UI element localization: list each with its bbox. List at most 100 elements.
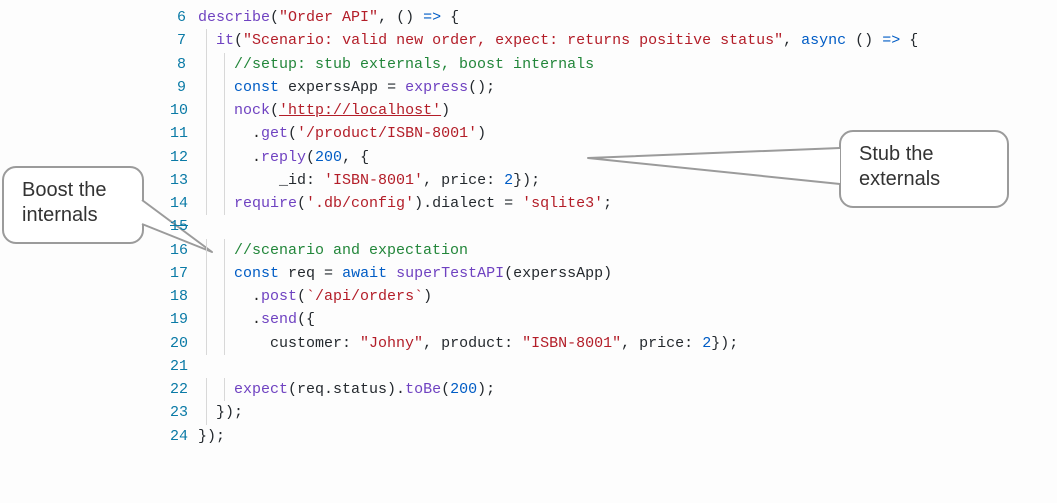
line-number: 23 bbox=[170, 401, 198, 424]
token: { bbox=[441, 9, 459, 26]
line-number: 18 bbox=[170, 285, 198, 308]
code-line: 15 bbox=[170, 215, 918, 238]
code-editor: 6 describe("Order API", () => { 7 it("Sc… bbox=[170, 6, 918, 448]
token: }); bbox=[198, 428, 225, 445]
code-line: 20 customer: "Johny", product: "ISBN-800… bbox=[170, 332, 918, 355]
token: post bbox=[261, 288, 297, 305]
token: ( bbox=[306, 149, 315, 166]
token: expect bbox=[234, 381, 288, 398]
token: //scenario and expectation bbox=[234, 242, 468, 259]
code-line: 19 .send({ bbox=[170, 308, 918, 331]
token: , () bbox=[378, 9, 423, 26]
code-line: 9 const experssApp = express(); bbox=[170, 76, 918, 99]
token: price bbox=[441, 172, 486, 189]
line-number: 19 bbox=[170, 308, 198, 331]
callout-text: internals bbox=[22, 203, 124, 228]
line-number: 10 bbox=[170, 99, 198, 122]
token: }); bbox=[513, 172, 540, 189]
callout-boost-internals: Boost the internals bbox=[2, 166, 144, 244]
token: async bbox=[801, 32, 846, 49]
code-line: 22 expect(req.status).toBe(200); bbox=[170, 378, 918, 401]
line-number: 20 bbox=[170, 332, 198, 355]
line-number: 14 bbox=[170, 192, 198, 215]
token: req bbox=[279, 265, 324, 282]
token: = bbox=[324, 265, 342, 282]
token: superTestAPI bbox=[396, 265, 504, 282]
token: ) bbox=[477, 125, 486, 142]
token: ) bbox=[423, 288, 432, 305]
token: toBe bbox=[405, 381, 441, 398]
line-number: 13 bbox=[170, 169, 198, 192]
token: 'sqlite3' bbox=[522, 195, 603, 212]
token: = bbox=[387, 79, 405, 96]
token: describe bbox=[198, 9, 270, 26]
code-line: 23 }); bbox=[170, 401, 918, 424]
token: 200 bbox=[450, 381, 477, 398]
token: express bbox=[405, 79, 468, 96]
token: '/product/ISBN-8001' bbox=[297, 125, 477, 142]
code-line: 17 const req = await superTestAPI(expers… bbox=[170, 262, 918, 285]
code-line: 11 .get('/product/ISBN-8001') bbox=[170, 122, 918, 145]
token: price bbox=[639, 335, 684, 352]
line-number: 24 bbox=[170, 425, 198, 448]
line-number: 9 bbox=[170, 76, 198, 99]
token: 2 bbox=[504, 172, 513, 189]
line-number: 6 bbox=[170, 6, 198, 29]
token: ).dialect bbox=[414, 195, 504, 212]
token: ) bbox=[441, 102, 450, 119]
token: { bbox=[900, 32, 918, 49]
code-line: 8 //setup: stub externals, boost interna… bbox=[170, 53, 918, 76]
token: send bbox=[261, 311, 297, 328]
line-number: 17 bbox=[170, 262, 198, 285]
token: await bbox=[342, 265, 387, 282]
token: _id bbox=[279, 172, 306, 189]
token: require bbox=[234, 195, 297, 212]
token: ( bbox=[441, 381, 450, 398]
token: => bbox=[882, 32, 900, 49]
token: "Order API" bbox=[279, 9, 378, 26]
token: //setup: stub externals, boost internals bbox=[234, 56, 594, 73]
token: 2 bbox=[702, 335, 711, 352]
code-line: 12 .reply(200, { bbox=[170, 146, 918, 169]
line-number: 21 bbox=[170, 355, 198, 378]
code-line: 21 bbox=[170, 355, 918, 378]
token: , { bbox=[342, 149, 369, 166]
token: ({ bbox=[297, 311, 315, 328]
token: 200 bbox=[315, 149, 342, 166]
line-number: 8 bbox=[170, 53, 198, 76]
token: 'http://localhost' bbox=[279, 102, 441, 119]
token: experssApp bbox=[279, 79, 387, 96]
line-number: 11 bbox=[170, 122, 198, 145]
line-number: 7 bbox=[170, 29, 198, 52]
code-line: 6 describe("Order API", () => { bbox=[170, 6, 918, 29]
token: }); bbox=[216, 404, 243, 421]
token: (experssApp) bbox=[504, 265, 612, 282]
line-number: 12 bbox=[170, 146, 198, 169]
code-line: 16 //scenario and expectation bbox=[170, 239, 918, 262]
token: 'ISBN-8001' bbox=[324, 172, 423, 189]
code-line: 18 .post(`/api/orders`) bbox=[170, 285, 918, 308]
token: const bbox=[234, 265, 279, 282]
line-number: 16 bbox=[170, 239, 198, 262]
token: product bbox=[441, 335, 504, 352]
token: const bbox=[234, 79, 279, 96]
token: nock bbox=[234, 102, 270, 119]
token: ); bbox=[477, 381, 495, 398]
token: (); bbox=[468, 79, 495, 96]
callout-text: Boost the bbox=[22, 178, 124, 203]
line-number: 15 bbox=[170, 215, 198, 238]
code-line: 10 nock('http://localhost') bbox=[170, 99, 918, 122]
token: => bbox=[423, 9, 441, 26]
line-number: 22 bbox=[170, 378, 198, 401]
token: customer bbox=[270, 335, 342, 352]
token: = bbox=[504, 195, 522, 212]
token: reply bbox=[261, 149, 306, 166]
token: }); bbox=[711, 335, 738, 352]
token: "Johny" bbox=[360, 335, 423, 352]
token: ; bbox=[603, 195, 612, 212]
token: (req.status). bbox=[288, 381, 405, 398]
token: "ISBN-8001" bbox=[522, 335, 621, 352]
token: "Scenario: valid new order, expect: retu… bbox=[243, 32, 783, 49]
token: () bbox=[846, 32, 882, 49]
code-line: 7 it("Scenario: valid new order, expect:… bbox=[170, 29, 918, 52]
